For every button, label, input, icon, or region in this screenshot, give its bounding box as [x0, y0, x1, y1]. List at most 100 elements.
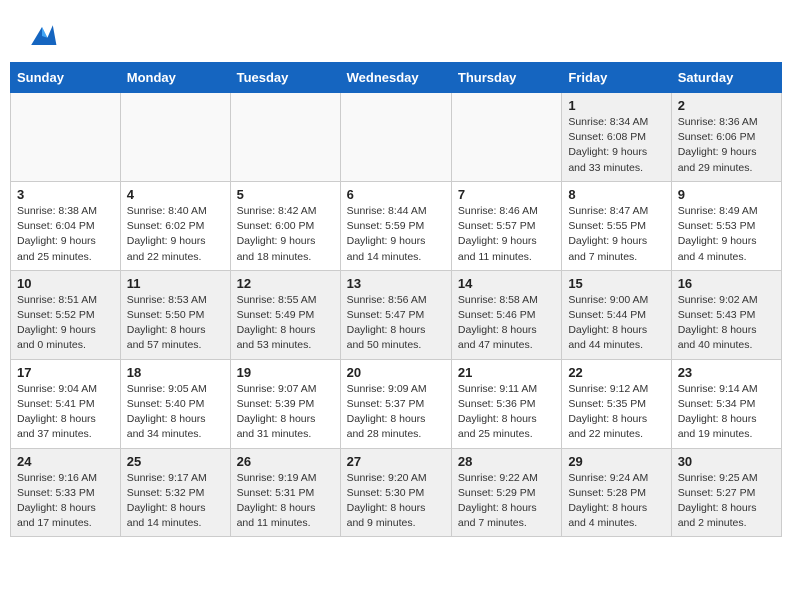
- calendar-cell: 14 Sunrise: 8:58 AMSunset: 5:46 PMDayligh…: [451, 270, 561, 359]
- day-number: 7: [458, 187, 555, 202]
- day-number: 24: [17, 454, 114, 469]
- day-number: 21: [458, 365, 555, 380]
- day-number: 19: [237, 365, 334, 380]
- calendar-cell: 2 Sunrise: 8:36 AMSunset: 6:06 PMDaylight…: [671, 93, 781, 182]
- day-info: Sunrise: 9:02 AMSunset: 5:43 PMDaylight:…: [678, 293, 775, 354]
- day-info: Sunrise: 8:56 AMSunset: 5:47 PMDaylight:…: [347, 293, 445, 354]
- day-info: Sunrise: 8:34 AMSunset: 6:08 PMDaylight:…: [568, 115, 664, 176]
- calendar-cell: 12Sunrise: 8:55 AMSunset: 5:49 PMDayligh…: [230, 270, 340, 359]
- day-number: 30: [678, 454, 775, 469]
- weekday-header-wednesday: Wednesday: [340, 63, 451, 93]
- day-info: Sunrise: 9:22 AMSunset: 5:29 PMDaylight:…: [458, 471, 555, 532]
- calendar-cell: 15Sunrise: 9:00 AMSunset: 5:44 PMDayligh…: [562, 270, 671, 359]
- calendar-body: 1 Sunrise: 8:34 AMSunset: 6:08 PMDaylight…: [11, 93, 782, 537]
- day-number: 4: [127, 187, 224, 202]
- weekday-header-monday: Monday: [120, 63, 230, 93]
- day-number: 18: [127, 365, 224, 380]
- calendar-cell: 7 Sunrise: 8:46 AMSunset: 5:57 PMDaylight…: [451, 181, 561, 270]
- calendar-cell: 11 Sunrise: 8:53 AMSunset: 5:50 PMDayligh…: [120, 270, 230, 359]
- calendar-cell: [230, 93, 340, 182]
- calendar-cell: 26 Sunrise: 9:19 AMSunset: 5:31 PMDayligh…: [230, 448, 340, 537]
- day-info: Sunrise: 8:40 AMSunset: 6:02 PMDaylight:…: [127, 204, 224, 265]
- calendar-cell: 9Sunrise: 8:49 AMSunset: 5:53 PMDaylight…: [671, 181, 781, 270]
- week-row-3: 10 Sunrise: 8:51 AMSunset: 5:52 PMDayligh…: [11, 270, 782, 359]
- day-info: Sunrise: 9:05 AMSunset: 5:40 PMDaylight:…: [127, 382, 224, 443]
- week-row-4: 17 Sunrise: 9:04 AMSunset: 5:41 PMDayligh…: [11, 359, 782, 448]
- day-info: Sunrise: 8:58 AMSunset: 5:46 PMDaylight:…: [458, 293, 555, 354]
- calendar-cell: 23Sunrise: 9:14 AMSunset: 5:34 PMDayligh…: [671, 359, 781, 448]
- week-row-2: 3 Sunrise: 8:38 AMSunset: 6:04 PMDaylight…: [11, 181, 782, 270]
- calendar-cell: 21 Sunrise: 9:11 AMSunset: 5:36 PMDayligh…: [451, 359, 561, 448]
- page-header: [0, 0, 792, 62]
- day-info: Sunrise: 8:55 AMSunset: 5:49 PMDaylight:…: [237, 293, 334, 354]
- calendar-cell: 24 Sunrise: 9:16 AMSunset: 5:33 PMDayligh…: [11, 448, 121, 537]
- calendar-cell: [120, 93, 230, 182]
- day-info: Sunrise: 8:36 AMSunset: 6:06 PMDaylight:…: [678, 115, 775, 176]
- day-number: 2: [678, 98, 775, 113]
- calendar-cell: 30 Sunrise: 9:25 AMSunset: 5:27 PMDayligh…: [671, 448, 781, 537]
- day-info: Sunrise: 8:49 AMSunset: 5:53 PMDaylight:…: [678, 204, 775, 265]
- day-number: 17: [17, 365, 114, 380]
- day-info: Sunrise: 9:04 AMSunset: 5:41 PMDaylight:…: [17, 382, 114, 443]
- day-number: 1: [568, 98, 664, 113]
- day-number: 14: [458, 276, 555, 291]
- day-number: 10: [17, 276, 114, 291]
- day-info: Sunrise: 9:09 AMSunset: 5:37 PMDaylight:…: [347, 382, 445, 443]
- calendar-cell: 16 Sunrise: 9:02 AMSunset: 5:43 PMDayligh…: [671, 270, 781, 359]
- calendar-cell: 5Sunrise: 8:42 AMSunset: 6:00 PMDaylight…: [230, 181, 340, 270]
- day-info: Sunrise: 9:25 AMSunset: 5:27 PMDaylight:…: [678, 471, 775, 532]
- day-number: 29: [568, 454, 664, 469]
- day-info: Sunrise: 8:47 AMSunset: 5:55 PMDaylight:…: [568, 204, 664, 265]
- calendar-cell: 10 Sunrise: 8:51 AMSunset: 5:52 PMDayligh…: [11, 270, 121, 359]
- logo: [24, 18, 64, 54]
- calendar-cell: [11, 93, 121, 182]
- calendar-cell: [451, 93, 561, 182]
- calendar-cell: 3 Sunrise: 8:38 AMSunset: 6:04 PMDaylight…: [11, 181, 121, 270]
- calendar-cell: 20 Sunrise: 9:09 AMSunset: 5:37 PMDayligh…: [340, 359, 451, 448]
- calendar-cell: 6 Sunrise: 8:44 AMSunset: 5:59 PMDaylight…: [340, 181, 451, 270]
- day-number: 3: [17, 187, 114, 202]
- day-info: Sunrise: 9:20 AMSunset: 5:30 PMDaylight:…: [347, 471, 445, 532]
- calendar-cell: 22 Sunrise: 9:12 AMSunset: 5:35 PMDayligh…: [562, 359, 671, 448]
- day-number: 22: [568, 365, 664, 380]
- day-number: 25: [127, 454, 224, 469]
- day-info: Sunrise: 9:12 AMSunset: 5:35 PMDaylight:…: [568, 382, 664, 443]
- weekday-header-row: SundayMondayTuesdayWednesdayThursdayFrid…: [11, 63, 782, 93]
- calendar-cell: 4 Sunrise: 8:40 AMSunset: 6:02 PMDaylight…: [120, 181, 230, 270]
- calendar-cell: [340, 93, 451, 182]
- calendar-cell: 25 Sunrise: 9:17 AMSunset: 5:32 PMDayligh…: [120, 448, 230, 537]
- calendar-cell: 13 Sunrise: 8:56 AMSunset: 5:47 PMDayligh…: [340, 270, 451, 359]
- day-number: 26: [237, 454, 334, 469]
- day-info: Sunrise: 9:14 AMSunset: 5:34 PMDaylight:…: [678, 382, 775, 443]
- day-number: 15: [568, 276, 664, 291]
- day-info: Sunrise: 9:17 AMSunset: 5:32 PMDaylight:…: [127, 471, 224, 532]
- day-info: Sunrise: 8:44 AMSunset: 5:59 PMDaylight:…: [347, 204, 445, 265]
- logo-icon: [24, 18, 60, 54]
- calendar-table: SundayMondayTuesdayWednesdayThursdayFrid…: [10, 62, 782, 537]
- day-info: Sunrise: 9:16 AMSunset: 5:33 PMDaylight:…: [17, 471, 114, 532]
- calendar-wrapper: SundayMondayTuesdayWednesdayThursdayFrid…: [0, 62, 792, 547]
- day-number: 11: [127, 276, 224, 291]
- day-info: Sunrise: 9:11 AMSunset: 5:36 PMDaylight:…: [458, 382, 555, 443]
- day-number: 13: [347, 276, 445, 291]
- day-number: 16: [678, 276, 775, 291]
- calendar-cell: 27 Sunrise: 9:20 AMSunset: 5:30 PMDayligh…: [340, 448, 451, 537]
- day-info: Sunrise: 8:53 AMSunset: 5:50 PMDaylight:…: [127, 293, 224, 354]
- day-number: 8: [568, 187, 664, 202]
- day-info: Sunrise: 8:51 AMSunset: 5:52 PMDaylight:…: [17, 293, 114, 354]
- day-info: Sunrise: 9:19 AMSunset: 5:31 PMDaylight:…: [237, 471, 334, 532]
- day-info: Sunrise: 8:46 AMSunset: 5:57 PMDaylight:…: [458, 204, 555, 265]
- weekday-header-sunday: Sunday: [11, 63, 121, 93]
- day-number: 27: [347, 454, 445, 469]
- day-info: Sunrise: 8:38 AMSunset: 6:04 PMDaylight:…: [17, 204, 114, 265]
- calendar-cell: 19Sunrise: 9:07 AMSunset: 5:39 PMDayligh…: [230, 359, 340, 448]
- day-number: 20: [347, 365, 445, 380]
- weekday-header-saturday: Saturday: [671, 63, 781, 93]
- day-info: Sunrise: 9:24 AMSunset: 5:28 PMDaylight:…: [568, 471, 664, 532]
- calendar-cell: 28 Sunrise: 9:22 AMSunset: 5:29 PMDayligh…: [451, 448, 561, 537]
- day-info: Sunrise: 8:42 AMSunset: 6:00 PMDaylight:…: [237, 204, 334, 265]
- day-number: 28: [458, 454, 555, 469]
- day-number: 6: [347, 187, 445, 202]
- calendar-cell: 18 Sunrise: 9:05 AMSunset: 5:40 PMDayligh…: [120, 359, 230, 448]
- calendar-cell: 29 Sunrise: 9:24 AMSunset: 5:28 PMDayligh…: [562, 448, 671, 537]
